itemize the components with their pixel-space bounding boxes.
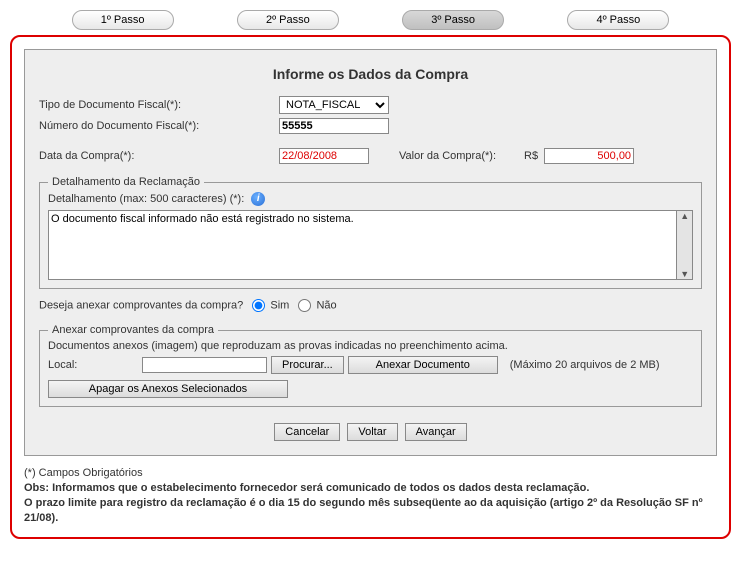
legend-anexar: Anexar comprovantes da compra bbox=[48, 324, 218, 336]
label-nao: Não bbox=[316, 299, 336, 311]
footer-obs: Obs: Informamos que o estabelecimento fo… bbox=[24, 481, 717, 496]
input-file-path bbox=[142, 357, 267, 373]
footer-notes: (*) Campos Obrigatórios Obs: Informamos … bbox=[24, 466, 717, 525]
tab-step-4[interactable]: 4º Passo bbox=[567, 10, 669, 30]
tab-step-3[interactable]: 3º Passo bbox=[402, 10, 504, 30]
scrollbar[interactable]: ▲▼ bbox=[677, 210, 693, 280]
browse-button[interactable]: Procurar... bbox=[271, 356, 344, 374]
label-local: Local: bbox=[48, 359, 138, 371]
input-data-compra[interactable] bbox=[279, 148, 369, 164]
radio-sim[interactable] bbox=[252, 299, 265, 312]
label-anexar-pergunta: Deseja anexar comprovantes da compra? bbox=[39, 299, 243, 311]
label-detalhamento: Detalhamento (max: 500 caracteres) (*): bbox=[48, 193, 244, 205]
radio-nao[interactable] bbox=[298, 299, 311, 312]
apagar-anexos-button[interactable]: Apagar os Anexos Selecionados bbox=[48, 380, 288, 398]
tab-step-2[interactable]: 2º Passo bbox=[237, 10, 339, 30]
page-title: Informe os Dados da Compra bbox=[39, 66, 702, 82]
form-panel: Informe os Dados da Compra Tipo de Docum… bbox=[24, 49, 717, 456]
max-files-hint: (Máximo 20 arquivos de 2 MB) bbox=[510, 359, 660, 371]
cancelar-button[interactable]: Cancelar bbox=[274, 423, 340, 441]
avancar-button[interactable]: Avançar bbox=[405, 423, 467, 441]
step-tabs: 1º Passo 2º Passo 3º Passo 4º Passo bbox=[10, 10, 731, 30]
label-sim: Sim bbox=[270, 299, 289, 311]
select-tipo-doc[interactable]: NOTA_FISCAL bbox=[279, 96, 389, 114]
main-panel: Informe os Dados da Compra Tipo de Docum… bbox=[10, 35, 731, 539]
label-tipo-doc: Tipo de Documento Fiscal(*): bbox=[39, 99, 279, 111]
label-num-doc: Número do Documento Fiscal(*): bbox=[39, 120, 279, 132]
input-valor-compra[interactable] bbox=[544, 148, 634, 164]
anexar-pergunta-row: Deseja anexar comprovantes da compra? Si… bbox=[39, 299, 702, 312]
textarea-detalhamento[interactable]: O documento fiscal informado não está re… bbox=[48, 210, 677, 280]
voltar-button[interactable]: Voltar bbox=[347, 423, 397, 441]
fieldset-anexar: Anexar comprovantes da compra Documentos… bbox=[39, 324, 702, 407]
fieldset-detalhamento: Detalhamento da Reclamação Detalhamento … bbox=[39, 176, 702, 289]
label-data-compra: Data da Compra(*): bbox=[39, 150, 279, 162]
tab-step-1[interactable]: 1º Passo bbox=[72, 10, 174, 30]
info-icon[interactable]: i bbox=[251, 192, 265, 206]
anexar-desc: Documentos anexos (imagem) que reproduza… bbox=[48, 340, 693, 352]
footer-prazo: O prazo limite para registro da reclamaç… bbox=[24, 496, 717, 526]
footer-required: (*) Campos Obrigatórios bbox=[24, 466, 717, 481]
label-valor-compra: Valor da Compra(*): bbox=[399, 150, 496, 162]
anexar-documento-button[interactable]: Anexar Documento bbox=[348, 356, 498, 374]
legend-detalhamento: Detalhamento da Reclamação bbox=[48, 176, 204, 188]
action-buttons: Cancelar Voltar Avançar bbox=[39, 423, 702, 441]
input-num-doc[interactable] bbox=[279, 118, 389, 134]
label-rs: R$ bbox=[524, 150, 538, 162]
